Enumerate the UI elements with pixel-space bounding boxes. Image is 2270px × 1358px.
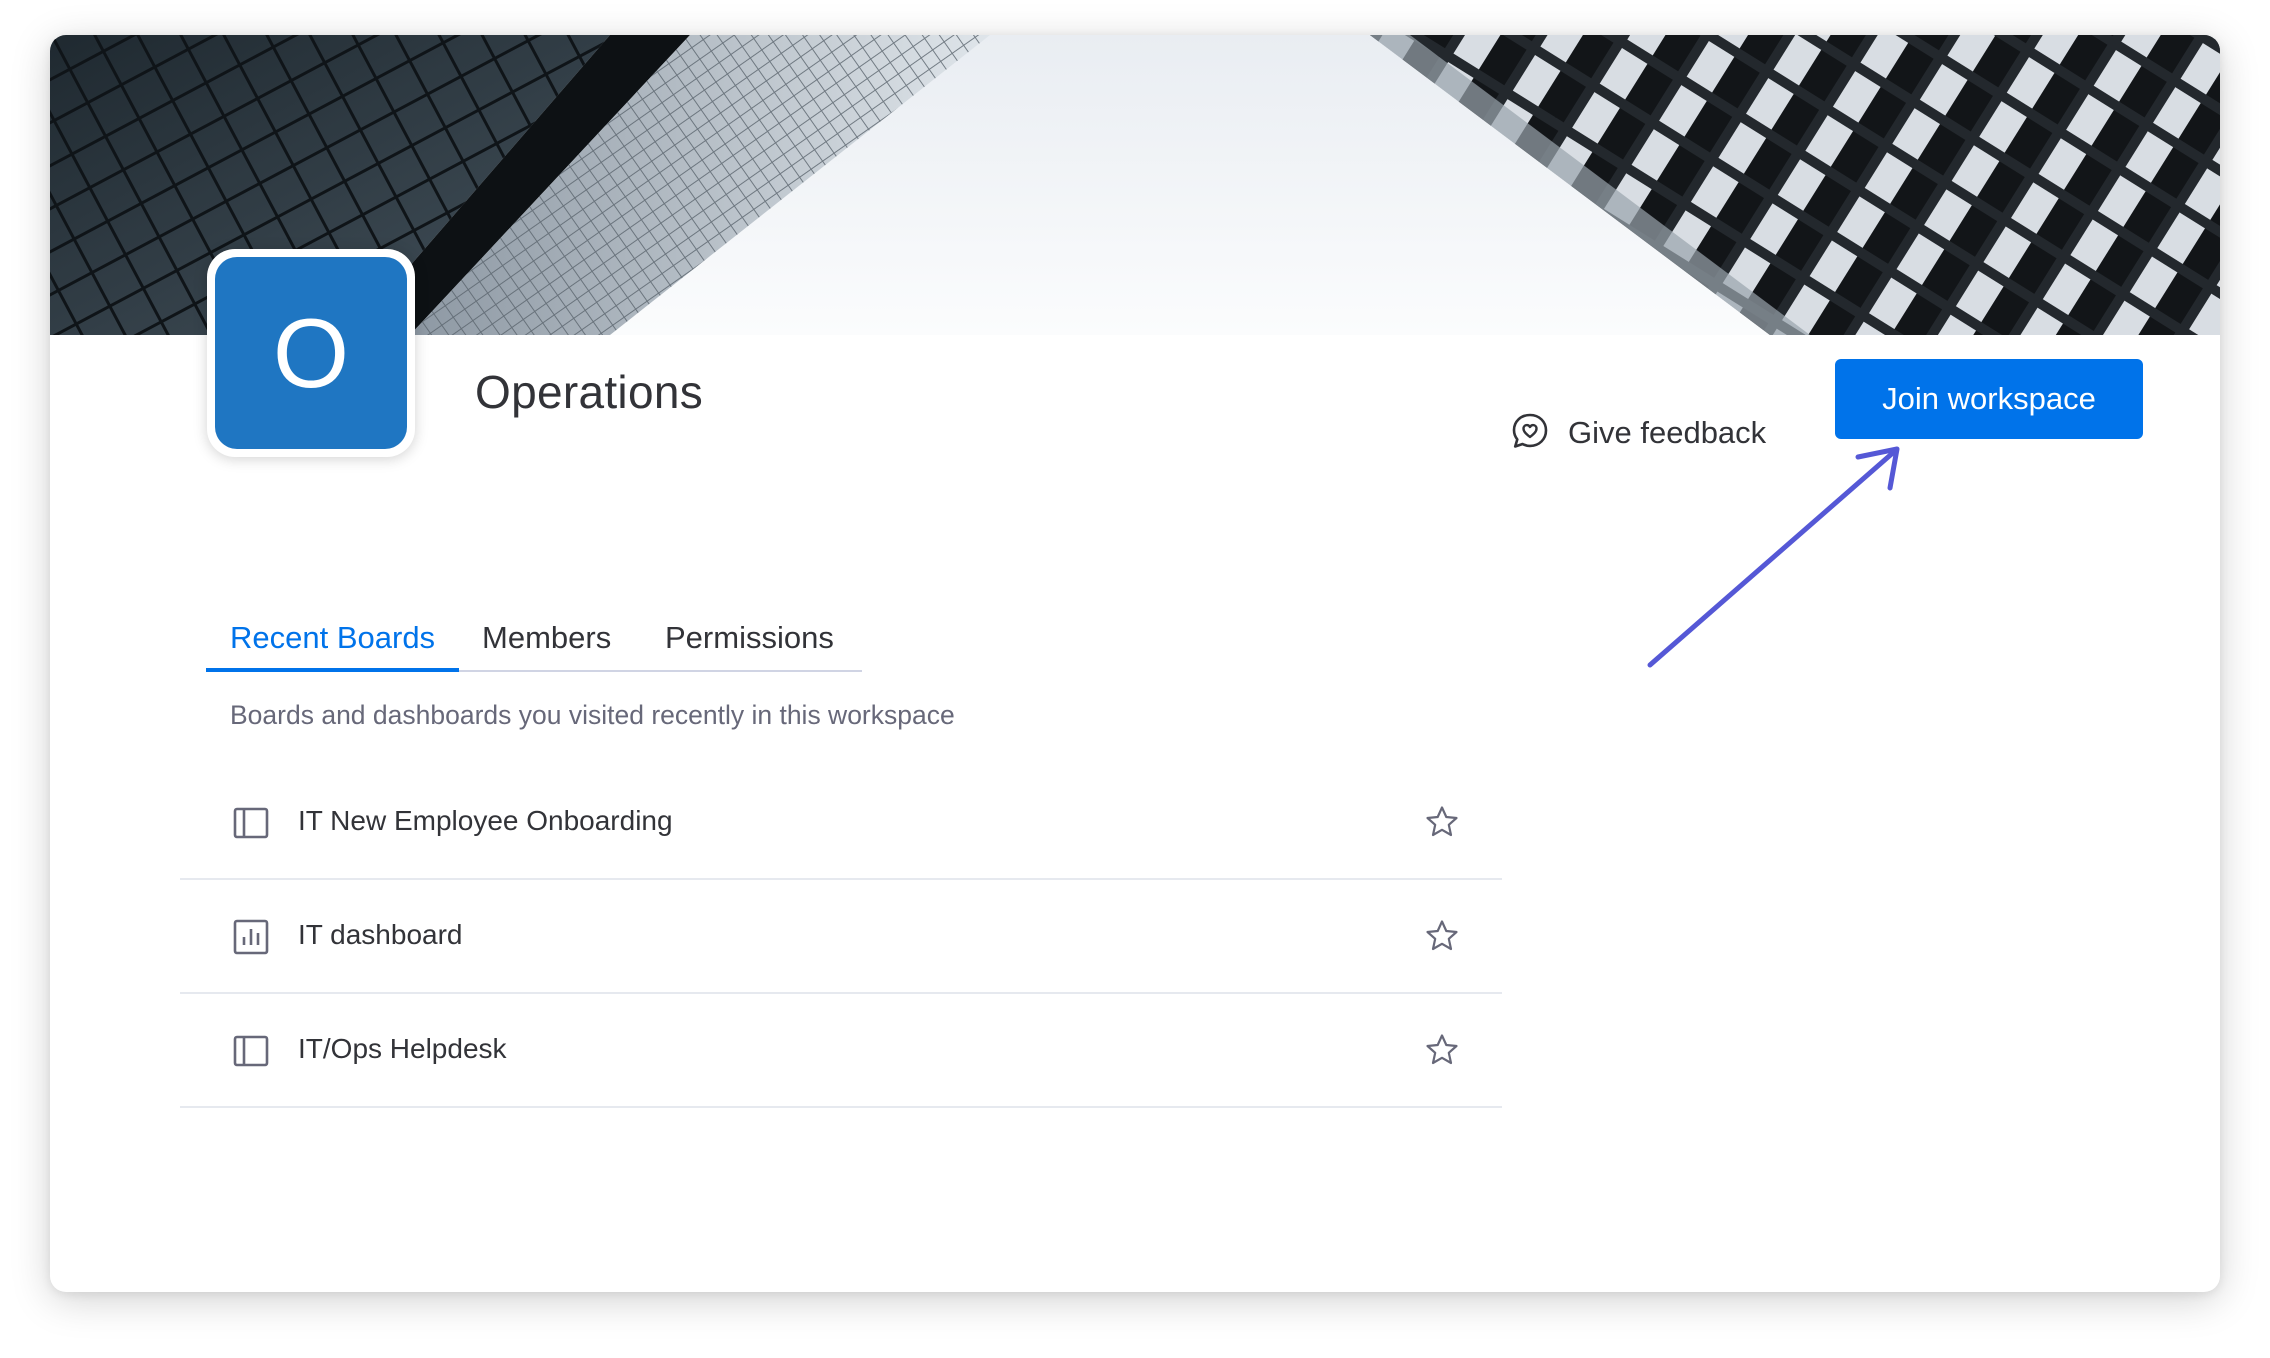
star-icon[interactable] xyxy=(1425,805,1459,839)
list-item-label: IT New Employee Onboarding xyxy=(298,805,673,836)
recent-boards-list: IT New Employee Onboarding IT dashboard xyxy=(180,766,1502,1108)
list-item-label: IT dashboard xyxy=(298,919,463,950)
board-icon xyxy=(232,804,270,842)
list-item[interactable]: IT dashboard xyxy=(180,880,1502,994)
list-item[interactable]: IT New Employee Onboarding xyxy=(180,766,1502,880)
star-icon[interactable] xyxy=(1425,919,1459,953)
active-tab-indicator xyxy=(206,668,459,672)
board-icon xyxy=(232,1032,270,1070)
dashboard-icon xyxy=(232,918,270,956)
list-item-label: IT/Ops Helpdesk xyxy=(298,1033,507,1064)
star-icon[interactable] xyxy=(1425,1033,1459,1067)
workspace-card: O Operations Give feedback Join workspac… xyxy=(50,35,2220,1292)
recent-boards-description: Boards and dashboards you visited recent… xyxy=(230,700,955,730)
tab-recent-boards[interactable]: Recent Boards xyxy=(230,580,435,668)
list-item[interactable]: IT/Ops Helpdesk xyxy=(180,994,1502,1108)
tab-members[interactable]: Members xyxy=(482,580,611,668)
workspace-tabs: Recent Boards Members Permissions xyxy=(206,580,862,672)
tab-permissions[interactable]: Permissions xyxy=(665,580,834,668)
